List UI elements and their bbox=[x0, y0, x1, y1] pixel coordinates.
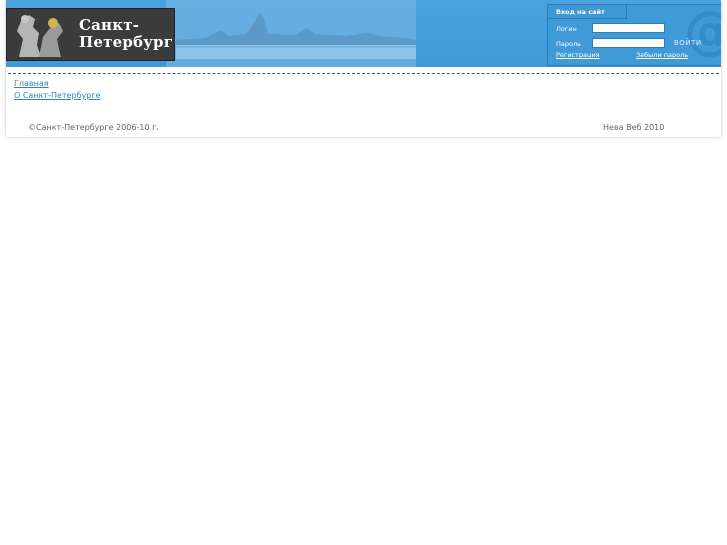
logo-line-2: Петербург bbox=[79, 33, 174, 51]
header-divider bbox=[8, 73, 719, 74]
password-input[interactable] bbox=[592, 38, 665, 48]
logo-line-1: Санкт- bbox=[79, 16, 140, 34]
logo-text: Санкт- Петербург bbox=[79, 17, 173, 51]
login-panel: @ Вход на сайт Логин Пароль ВОЙТИ Регист… bbox=[547, 1, 721, 66]
footer-credit: Нева Веб 2010 bbox=[603, 123, 665, 132]
site-logo[interactable]: Санкт- Петербург bbox=[6, 8, 175, 61]
nav-link-about[interactable]: О Санкт-Петербурге bbox=[14, 91, 100, 100]
at-sign-icon: @ bbox=[684, 1, 721, 61]
login-tab[interactable]: Вход на сайт bbox=[548, 5, 627, 19]
site-header: Санкт- Петербург @ Вход на сайт Логин Па… bbox=[6, 0, 721, 67]
login-submit-button[interactable]: ВОЙТИ bbox=[674, 39, 702, 47]
register-link[interactable]: Регистрация bbox=[556, 51, 600, 59]
login-label: Логин bbox=[556, 25, 577, 33]
login-input[interactable] bbox=[592, 23, 665, 33]
footer-copyright: ©Санкт-Петербурге 2006-10 г. bbox=[28, 123, 159, 132]
password-label: Пароль bbox=[556, 40, 581, 48]
nav-link-home[interactable]: Главная bbox=[14, 79, 49, 88]
forgot-password-link[interactable]: Забыли пароль bbox=[636, 51, 688, 59]
griffin-statue-icon bbox=[17, 15, 63, 57]
